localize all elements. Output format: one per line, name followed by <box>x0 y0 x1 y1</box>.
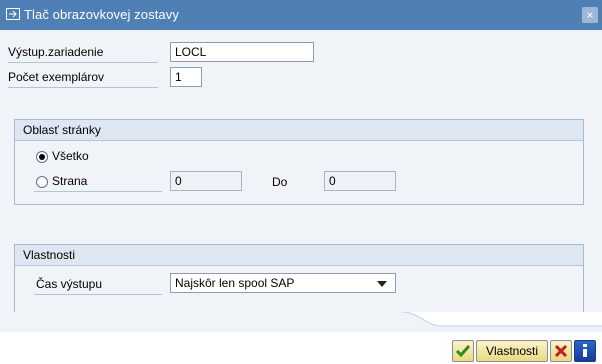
properties-header: Vlastnosti <box>15 245 583 266</box>
page-range-underline <box>34 191 162 192</box>
to-page-field[interactable]: 0 <box>324 171 396 191</box>
output-time-dropdown[interactable]: Najskôr len spool SAP <box>170 273 396 293</box>
output-time-value: Najskôr len spool SAP <box>175 276 295 290</box>
all-pages-label: Všetko <box>52 149 89 163</box>
cancel-icon <box>554 344 568 358</box>
window-titlebar: Tlač obrazovkovej zostavy × <box>0 0 602 30</box>
window-icon <box>6 8 20 20</box>
from-page-field[interactable]: 0 <box>170 171 242 191</box>
confirm-button[interactable] <box>452 340 474 362</box>
output-device-underline <box>8 62 158 63</box>
dialog-content: Výstup.zariadenie LOCL Počet exemplárov … <box>0 30 602 342</box>
copies-field[interactable]: 1 <box>170 67 202 87</box>
check-icon <box>455 345 471 358</box>
output-device-field[interactable]: LOCL <box>170 42 314 62</box>
info-icon <box>583 344 587 357</box>
footer-divider <box>0 312 602 332</box>
output-time-underline <box>34 294 162 295</box>
output-time-label: Čas výstupu <box>36 277 103 291</box>
page-range-radio[interactable] <box>36 176 48 188</box>
close-button[interactable]: × <box>582 7 598 23</box>
properties-button[interactable]: Vlastnosti <box>476 340 548 362</box>
all-pages-radio[interactable] <box>36 151 48 163</box>
page-area-header: Oblasť stránky <box>15 120 583 141</box>
copies-label: Počet exemplárov <box>8 70 105 84</box>
chevron-down-icon <box>377 281 387 287</box>
window-title: Tlač obrazovkovej zostavy <box>24 7 179 22</box>
cancel-button[interactable] <box>550 340 572 362</box>
page-area-group: Oblasť stránky <box>14 119 584 205</box>
info-button[interactable] <box>574 340 596 362</box>
output-device-label: Výstup.zariadenie <box>8 45 104 59</box>
page-range-label: Strana <box>52 174 88 188</box>
copies-underline <box>8 87 158 88</box>
close-icon: × <box>586 8 594 22</box>
to-label: Do <box>272 175 288 189</box>
